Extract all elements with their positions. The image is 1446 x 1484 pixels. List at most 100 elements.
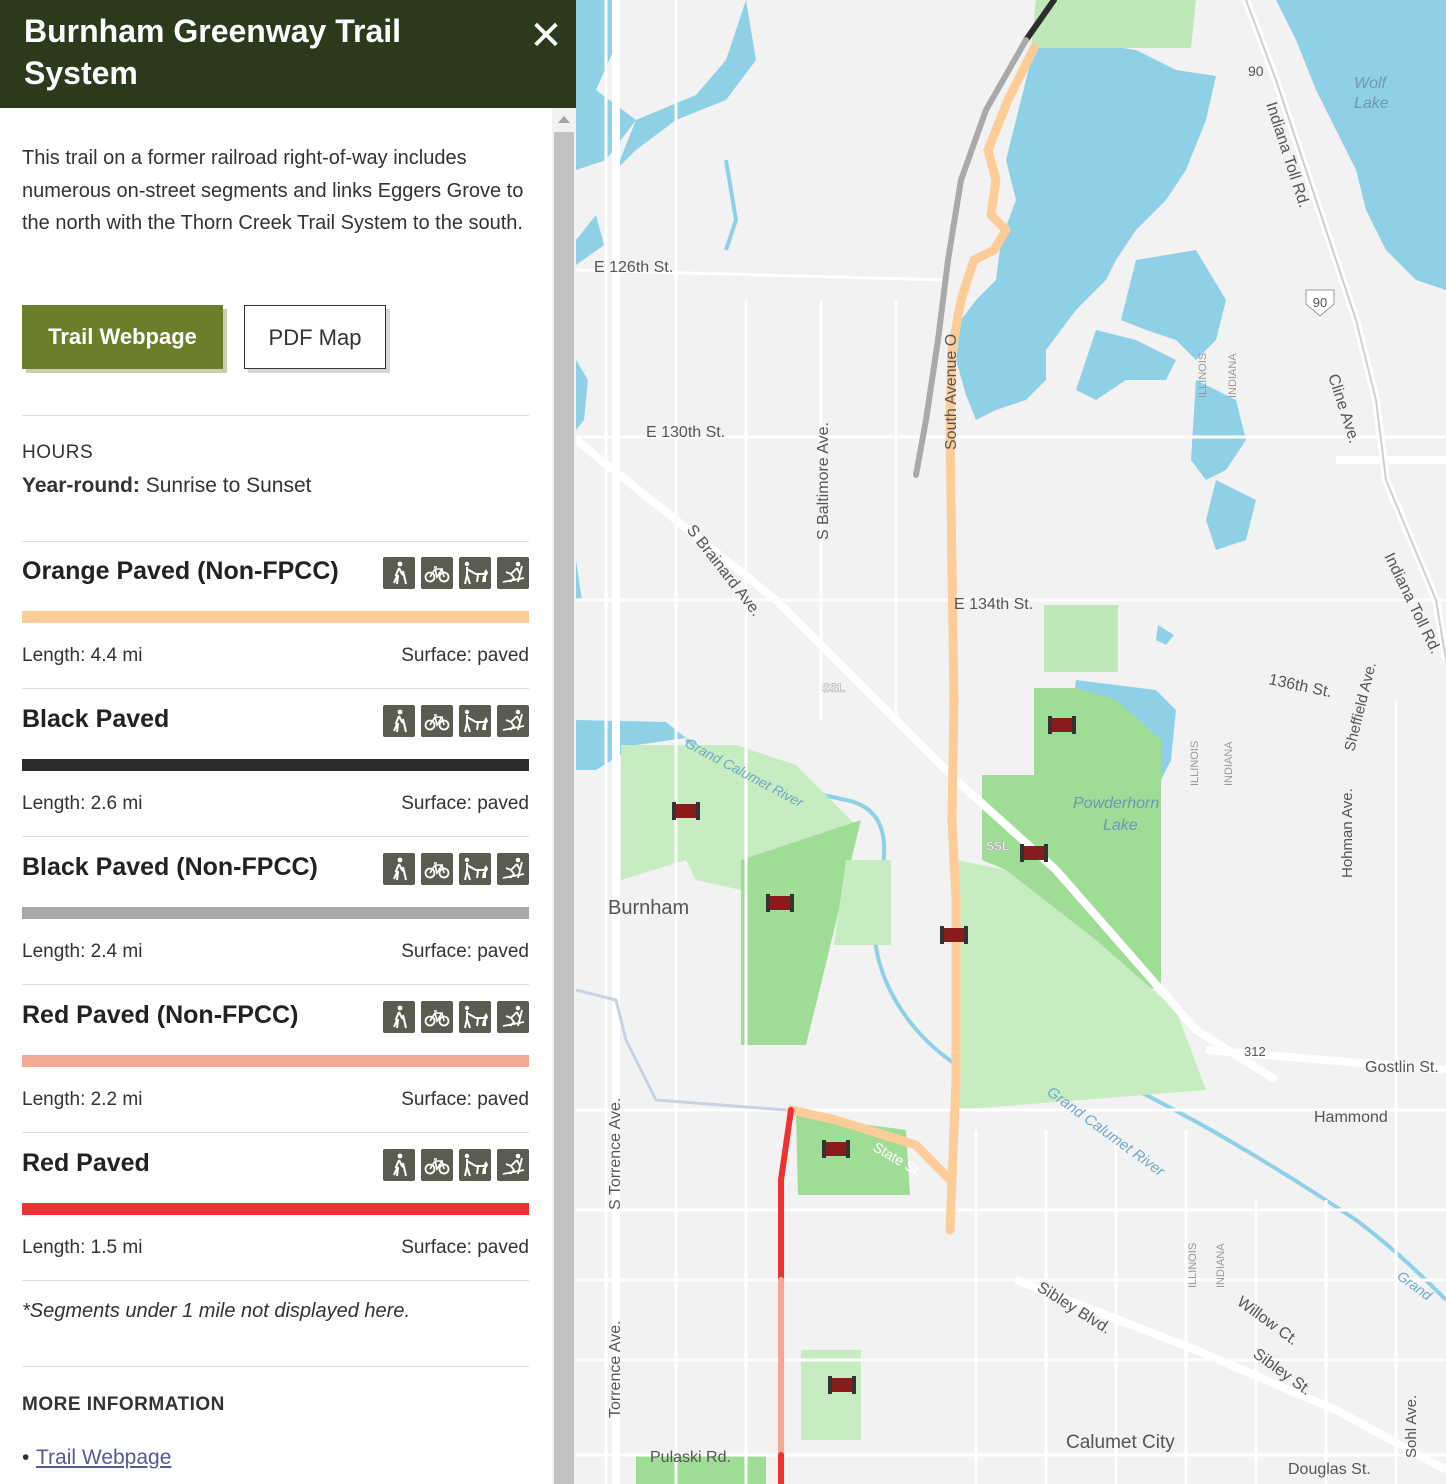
label-hohman: Hohman Ave. [1339,788,1356,878]
picnic-shelter-icon [940,926,968,944]
divider [22,1366,529,1367]
dog-walking-icon [459,705,491,737]
label-powderhorn: Powderhorn [1073,795,1159,812]
cross-country-ski-icon [497,705,529,737]
label-pulaski: Pulaski Rd. [650,1449,731,1466]
scrollbar-thumb[interactable] [554,132,574,1484]
segment-surface: Surface: paved [401,1237,529,1258]
segment-color-swatch [22,1055,529,1067]
dog-walking-icon [459,1149,491,1181]
divider [22,415,529,416]
segment-color-swatch [22,759,529,771]
dog-walking-icon [459,557,491,589]
picnic-shelter-icon [766,894,794,912]
park [1031,0,1196,48]
label-burnham: Burnham [608,897,689,919]
cross-country-ski-icon [497,1001,529,1033]
more-info-heading: MORE INFORMATION [22,1394,225,1415]
park [801,1350,861,1440]
segment-activity-icons [383,705,529,737]
panel-scrollbar[interactable] [552,108,576,1484]
label-sohl: Sohl Ave. [1403,1395,1420,1458]
segment-name: Orange Paved (Non-FPCC) [22,557,339,585]
bicycle-icon [421,853,453,885]
segment-length: Length: 2.4 mi [22,941,143,962]
hours-value: Year-round: Sunrise to Sunset [22,474,311,498]
segment-color-swatch [22,611,529,623]
hiking-icon [383,705,415,737]
segment-activity-icons [383,1149,529,1181]
segment-row: Black Paved (Non-FPCC) Length: 2.4 mi Surf… [22,837,529,985]
ssl-label: SSL [822,681,845,695]
picnic-shelter-icon [672,802,700,820]
dog-walking-icon [459,853,491,885]
segment-length: Length: 2.2 mi [22,1089,143,1110]
label-wolf-lake: Wolf [1354,75,1388,92]
trail-description: This trail on a former railroad right-of… [22,147,524,234]
hiking-icon [383,1001,415,1033]
segment-surface: Surface: paved [401,941,529,962]
picnic-shelter-icon [1048,716,1076,734]
segment-row: Red Paved (Non-FPCC) Length: 2.2 mi Surfac… [22,985,529,1133]
segment-surface: Surface: paved [401,1089,529,1110]
bicycle-icon [421,1149,453,1181]
panel-title: Burnham Greenway Trail System [24,13,402,91]
label-e130: E 130th St. [646,424,725,441]
map[interactable]: 90 90 312 SSL SSL E 126th St. E 130th St… [576,0,1446,1484]
picnic-shelter-icon [1020,844,1048,862]
label-south-ave-o: South Avenue O [943,334,960,450]
label-illinois: ILLINOIS [1189,741,1201,786]
panel-body[interactable]: This trail on a former railroad right-of… [0,108,552,1484]
label-gostlin: Gostlin St. [1365,1059,1439,1076]
ssl-label: SSL [986,839,1009,853]
label-hammond: Hammond [1314,1109,1388,1126]
divider [22,1280,529,1281]
hiking-icon [383,1149,415,1181]
label-douglas: Douglas St. [1288,1461,1371,1478]
pdf-map-button[interactable]: PDF Map [244,305,386,369]
route-312-label: 312 [1244,1044,1266,1059]
route-90-label: 90 [1248,63,1264,79]
picnic-shelter-icon [822,1140,850,1158]
cross-country-ski-icon [497,1149,529,1181]
bicycle-icon [421,1001,453,1033]
bicycle-icon [421,705,453,737]
label-baltimore: S Baltimore Ave. [815,422,832,540]
hiking-icon [383,853,415,885]
label-illinois: ILLINOIS [1197,353,1209,398]
label-wolf-lake-2: Lake [1354,95,1389,112]
label-e126: E 126th St. [594,259,673,276]
segment-activity-icons [383,1001,529,1033]
label-calumet-city: Calumet City [1066,1432,1175,1453]
label-powderhorn-2: Lake [1103,817,1138,834]
picnic-shelter-icon [828,1376,856,1394]
cross-country-ski-icon [497,853,529,885]
segments-note: *Segments under 1 mile not displayed her… [22,1300,411,1322]
segment-length: Length: 4.4 mi [22,645,143,666]
trail-webpage-button[interactable]: Trail Webpage [22,305,223,369]
route-90-label: 90 [1313,295,1327,310]
more-info-link-trail-webpage[interactable]: Trail Webpage [22,1446,171,1470]
dog-walking-icon [459,1001,491,1033]
hours-heading: HOURS [22,442,94,463]
segment-name: Black Paved (Non-FPCC) [22,853,318,881]
segment-color-swatch [22,1203,529,1215]
bicycle-icon [421,557,453,589]
trail-info-panel: Burnham Greenway Trail System ✕ This tra… [0,0,576,1484]
segment-name: Black Paved [22,705,170,733]
route-90-label-group: 90 [1248,63,1264,79]
segment-surface: Surface: paved [401,793,529,814]
segment-name: Red Paved [22,1149,150,1177]
segment-activity-icons [383,557,529,589]
segment-length: Length: 1.5 mi [22,1237,143,1258]
segment-name: Red Paved (Non-FPCC) [22,1001,299,1029]
panel-header: Burnham Greenway Trail System ✕ [0,0,576,108]
segment-row: Black Paved Length: 2.6 mi Surface: paved [22,689,529,837]
close-icon[interactable]: ✕ [528,16,564,56]
label-e134: E 134th St. [954,596,1033,613]
scroll-up-arrow-icon[interactable] [558,116,570,123]
label-torrence: Torrence Ave. [607,1320,624,1418]
hours-text: Sunrise to Sunset [145,474,312,497]
segment-color-swatch [22,907,529,919]
label-indiana: INDIANA [1215,1243,1227,1288]
